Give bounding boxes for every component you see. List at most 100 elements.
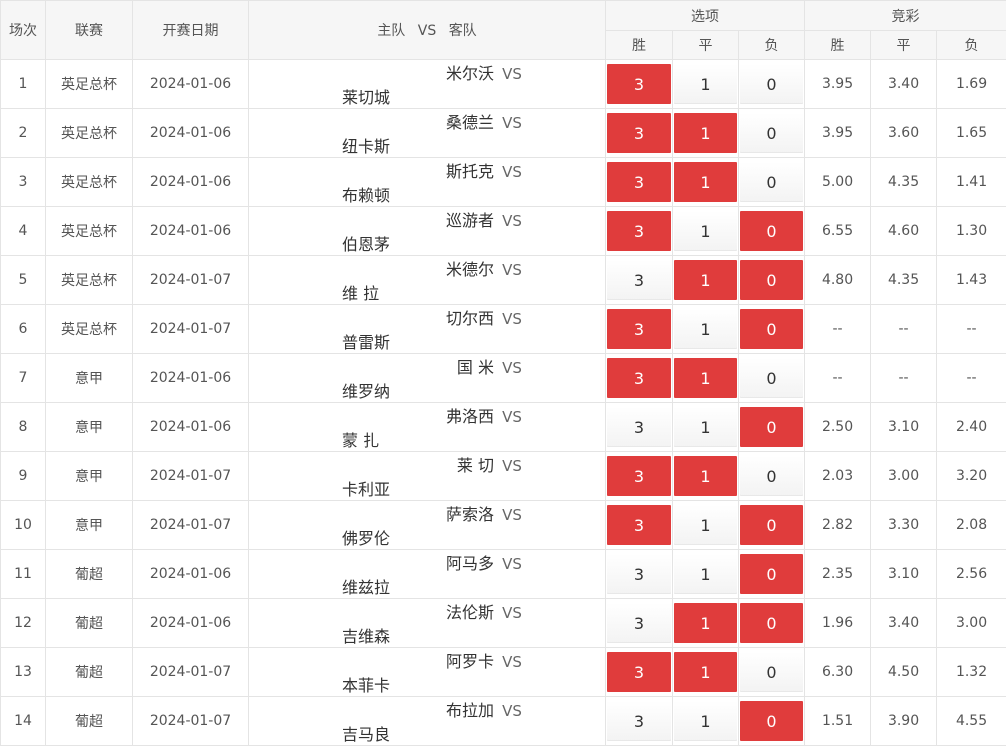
option-draw-button[interactable]: 1 [674,64,737,104]
option-win-button[interactable]: 3 [607,701,671,741]
odds-win: 6.30 [805,648,871,697]
option-win-button[interactable]: 3 [607,113,671,153]
odds-draw: 3.00 [871,452,937,501]
option-win-button[interactable]: 3 [607,162,671,202]
match-teams: 萨索洛VS佛罗伦 [249,501,606,550]
option-cell-loss: 0 [739,158,805,207]
header-league: 联赛 [46,1,133,60]
header-idx: 场次 [1,1,46,60]
option-win-button[interactable]: 3 [607,64,671,104]
away-team: 莱切城 [342,84,512,108]
option-win-button[interactable]: 3 [607,505,671,545]
option-loss-button[interactable]: 0 [740,211,803,251]
match-table: 场次 联赛 开赛日期 主队 VS 客队 选项 竞彩 胜 平 负 胜 平 负 1英… [0,0,1006,746]
match-date: 2024-01-07 [133,697,249,746]
option-loss-button[interactable]: 0 [740,505,803,545]
option-loss-button[interactable]: 0 [740,652,803,692]
match-index: 8 [1,403,46,452]
option-loss-button[interactable]: 0 [740,603,803,643]
header-away: 客队 [449,23,477,39]
option-cell-loss: 0 [739,599,805,648]
header-vs: VS [418,23,436,39]
option-draw-button[interactable]: 1 [674,554,737,594]
header-opt-draw: 平 [673,31,739,60]
option-draw-button[interactable]: 1 [674,309,737,349]
vs-label: VS [494,261,530,279]
odds-draw: 3.60 [871,109,937,158]
odds-draw: 4.60 [871,207,937,256]
option-cell-win: 3 [606,599,673,648]
option-draw-button[interactable]: 1 [674,652,737,692]
away-team: 普雷斯 [342,329,512,353]
odds-draw: 4.50 [871,648,937,697]
option-loss-button[interactable]: 0 [740,407,803,447]
odds-draw: -- [871,305,937,354]
option-loss-button[interactable]: 0 [740,113,803,153]
odds-loss: 1.65 [937,109,1006,158]
option-draw-button[interactable]: 1 [674,211,737,251]
odds-win: 2.82 [805,501,871,550]
option-win-button[interactable]: 3 [607,456,671,496]
option-cell-loss: 0 [739,403,805,452]
match-date: 2024-01-06 [133,550,249,599]
option-cell-draw: 1 [673,501,739,550]
option-draw-button[interactable]: 1 [674,162,737,202]
match-teams: 巡游者VS伯恩茅 [249,207,606,256]
home-team: 国 米 [324,354,494,378]
option-loss-button[interactable]: 0 [740,358,803,398]
option-cell-loss: 0 [739,256,805,305]
league-name: 英足总杯 [46,256,133,305]
option-win-button[interactable]: 3 [607,652,671,692]
option-cell-draw: 1 [673,158,739,207]
odds-win: 6.55 [805,207,871,256]
odds-loss: -- [937,305,1006,354]
home-team: 巡游者 [324,207,494,231]
option-win-button[interactable]: 3 [607,260,671,300]
option-cell-draw: 1 [673,256,739,305]
league-name: 意甲 [46,501,133,550]
option-draw-button[interactable]: 1 [674,358,737,398]
option-cell-win: 3 [606,648,673,697]
option-draw-button[interactable]: 1 [674,505,737,545]
option-win-button[interactable]: 3 [607,603,671,643]
match-index: 10 [1,501,46,550]
odds-loss: 2.40 [937,403,1006,452]
match-teams: 米尔沃VS莱切城 [249,60,606,109]
option-win-button[interactable]: 3 [607,407,671,447]
away-team: 布赖顿 [342,182,512,206]
away-team: 维兹拉 [342,574,512,598]
option-loss-button[interactable]: 0 [740,554,803,594]
odds-draw: -- [871,354,937,403]
option-win-button[interactable]: 3 [607,358,671,398]
option-loss-button[interactable]: 0 [740,309,803,349]
vs-label: VS [494,114,530,132]
table-row: 11葡超2024-01-06阿马多VS维兹拉3102.353.102.56 [1,550,1006,599]
option-draw-button[interactable]: 1 [674,456,737,496]
vs-label: VS [494,457,530,475]
option-loss-button[interactable]: 0 [740,456,803,496]
table-row: 1英足总杯2024-01-06米尔沃VS莱切城3103.953.401.69 [1,60,1006,109]
option-cell-win: 3 [606,305,673,354]
vs-label: VS [494,408,530,426]
match-date: 2024-01-06 [133,403,249,452]
option-draw-button[interactable]: 1 [674,260,737,300]
option-cell-draw: 1 [673,648,739,697]
table-row: 6英足总杯2024-01-07切尔西VS普雷斯310------ [1,305,1006,354]
option-draw-button[interactable]: 1 [674,701,737,741]
option-loss-button[interactable]: 0 [740,64,803,104]
option-cell-loss: 0 [739,501,805,550]
option-win-button[interactable]: 3 [607,554,671,594]
option-draw-button[interactable]: 1 [674,407,737,447]
option-win-button[interactable]: 3 [607,211,671,251]
option-cell-loss: 0 [739,550,805,599]
option-loss-button[interactable]: 0 [740,701,803,741]
option-cell-loss: 0 [739,60,805,109]
option-draw-button[interactable]: 1 [674,113,737,153]
option-loss-button[interactable]: 0 [740,260,803,300]
option-loss-button[interactable]: 0 [740,162,803,202]
option-draw-button[interactable]: 1 [674,603,737,643]
option-win-button[interactable]: 3 [607,309,671,349]
odds-draw: 3.40 [871,60,937,109]
option-cell-win: 3 [606,452,673,501]
league-name: 意甲 [46,452,133,501]
